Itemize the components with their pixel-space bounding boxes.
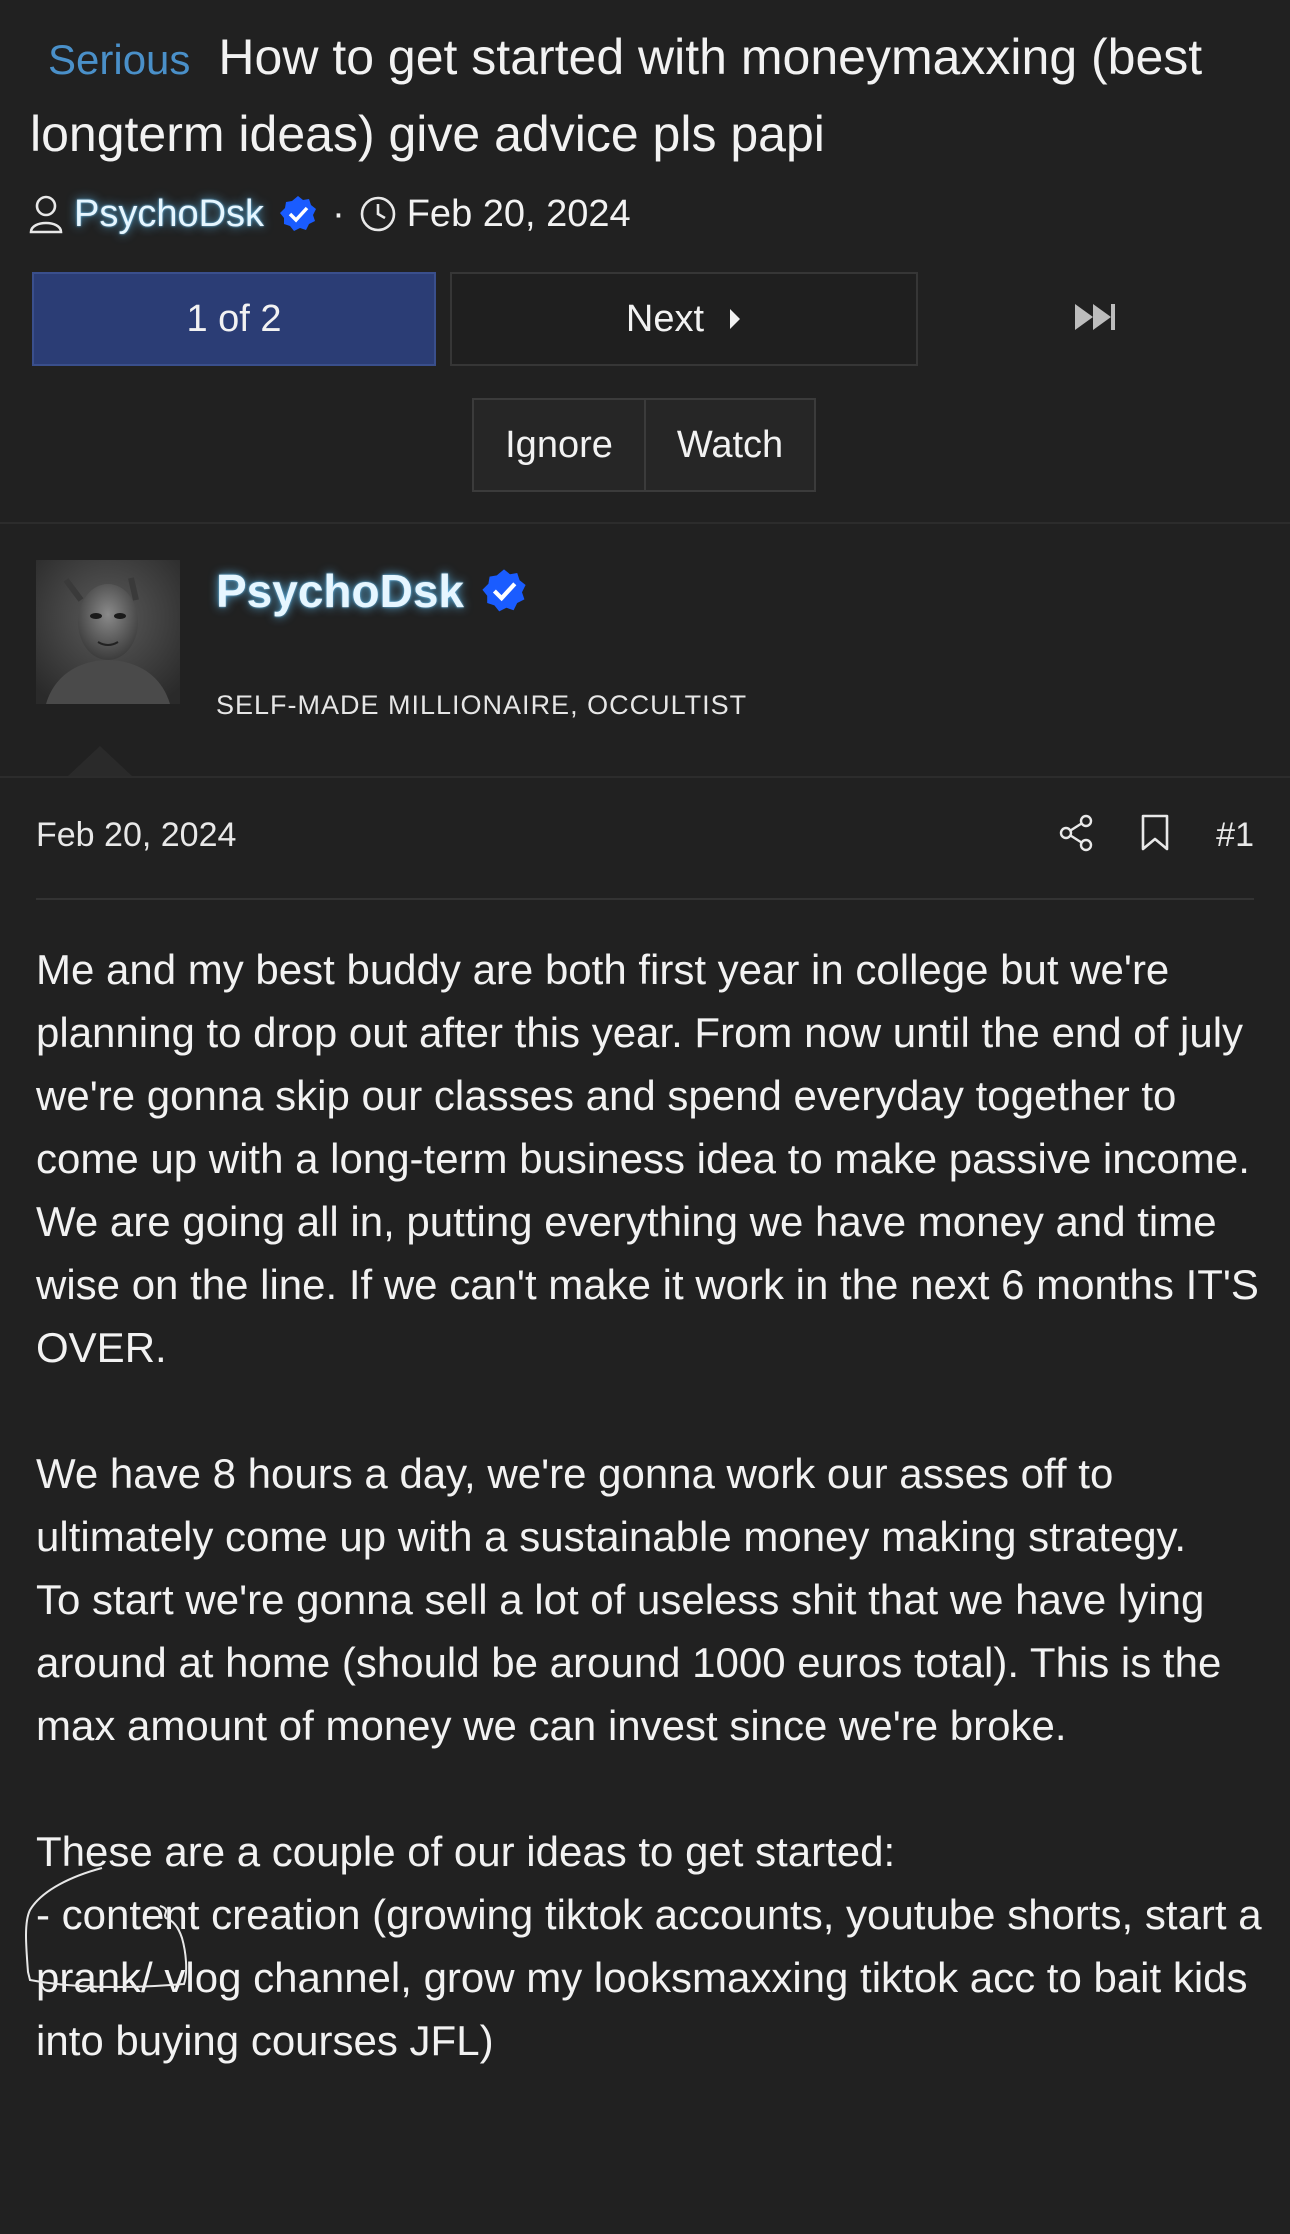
user-icon (28, 194, 64, 234)
thread-title: Serious How to get started with moneymaxx… (30, 20, 1250, 171)
post-number-link[interactable]: #1 (1216, 816, 1254, 855)
user-title: SELF-MADE MILLIONAIRE, OCCULTIST (216, 690, 748, 720)
post-user-block: PsychoDsk SELF-MADE MILLIONAIRE, OCCULTI… (0, 524, 1290, 778)
hand-drawn-circle-annotation (25, 1867, 188, 1988)
post-meta: Feb 20, 2024 #1 (36, 808, 1254, 900)
post-actions: #1 (1012, 814, 1254, 857)
thread-title-text: How to get started with moneymaxxing (be… (30, 29, 1203, 162)
verified-badge-icon (278, 194, 318, 234)
post-username-link[interactable]: PsychoDsk (216, 564, 464, 618)
thread-action-group: Ignore Watch (472, 398, 816, 492)
post-date[interactable]: Feb 20, 2024 (36, 816, 236, 855)
thread-meta: PsychoDsk · Feb 20, 2024 (28, 186, 631, 242)
thread-date[interactable]: Feb 20, 2024 (407, 193, 631, 236)
verified-badge-icon (480, 567, 528, 615)
ignore-button[interactable]: Ignore (474, 400, 646, 490)
avatar[interactable] (36, 560, 180, 704)
next-label: Next (625, 297, 705, 340)
meta-separator: · (332, 192, 345, 235)
page-last-button[interactable] (1050, 272, 1140, 366)
thread-prefix[interactable]: Serious (48, 36, 190, 83)
fast-forward-icon (1073, 302, 1117, 337)
clock-icon (359, 195, 397, 233)
watch-button[interactable]: Watch (646, 400, 814, 490)
share-icon[interactable] (1058, 814, 1094, 857)
post-author: PsychoDsk (216, 564, 528, 618)
thread-author-link[interactable]: PsychoDsk (74, 193, 264, 236)
page-next-button[interactable]: Next (450, 272, 918, 366)
bookmark-icon[interactable] (1140, 814, 1170, 857)
page-current-button[interactable]: 1 of 2 (32, 272, 436, 366)
caret-right-icon (728, 298, 742, 341)
post-body: Me and my best buddy are both first year… (36, 946, 1262, 2064)
thread-header: Serious How to get started with moneymaxx… (0, 0, 1290, 524)
post-arrow-decoration (68, 746, 132, 776)
